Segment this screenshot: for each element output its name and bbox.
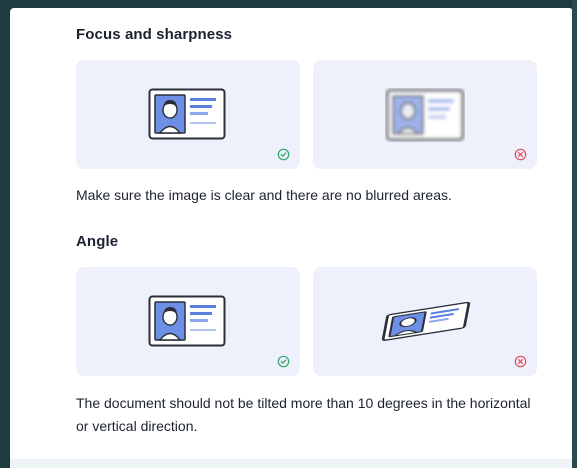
straight-id-card-icon xyxy=(148,295,226,347)
sharp-id-card-icon xyxy=(148,88,226,140)
example-card-tilted xyxy=(313,267,537,376)
example-card-sharp xyxy=(76,60,300,169)
panel-bottom-edge xyxy=(10,459,573,468)
focus-description: Make sure the image is clear and there a… xyxy=(76,187,452,203)
section-title-focus: Focus and sharpness xyxy=(76,26,233,43)
check-circle-icon xyxy=(277,355,290,368)
angle-description: The document should not be tilted more t… xyxy=(76,395,531,434)
example-card-blurred xyxy=(313,60,537,169)
section-title-angle: Angle xyxy=(76,233,119,250)
check-circle-icon xyxy=(277,148,290,161)
tilted-id-card-icon xyxy=(381,301,471,341)
scrollbar-track[interactable] xyxy=(572,0,577,468)
document-guidelines-panel: Focus and sharpness Make sure the image … xyxy=(10,8,573,468)
blurred-id-card-icon xyxy=(386,89,464,141)
x-circle-icon xyxy=(514,148,527,161)
x-circle-icon xyxy=(514,355,527,368)
example-card-straight xyxy=(76,267,300,376)
